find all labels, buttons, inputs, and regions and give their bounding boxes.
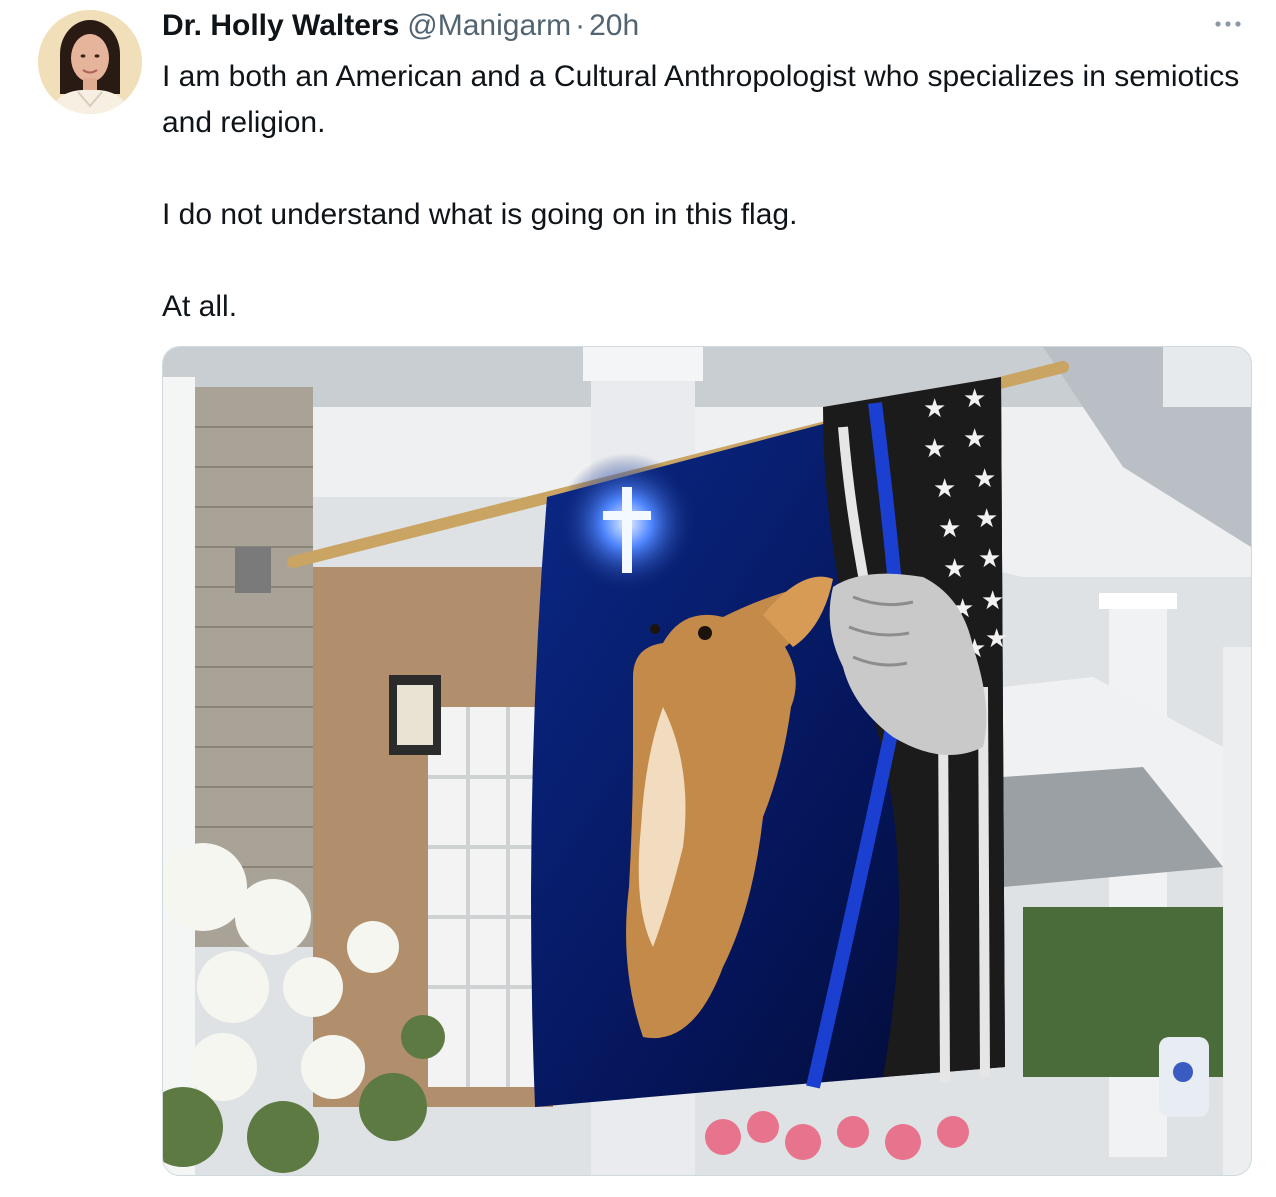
svg-text:★: ★ bbox=[933, 474, 956, 504]
svg-text:★: ★ bbox=[963, 424, 986, 454]
tweet-paragraph: At all. bbox=[162, 290, 238, 323]
svg-text:★: ★ bbox=[963, 384, 986, 414]
tweet-paragraph: I do not understand what is going on in … bbox=[162, 198, 798, 231]
tweet[interactable]: Dr. Holly Walters @Manigarm · 20h I am b… bbox=[0, 0, 1276, 1197]
svg-text:★: ★ bbox=[978, 544, 1001, 574]
header-separator: · bbox=[575, 9, 586, 42]
tweet-text: I am both an American and a Cultural Ant… bbox=[162, 54, 1252, 330]
author-display-name[interactable]: Dr. Holly Walters bbox=[162, 9, 399, 43]
svg-text:★: ★ bbox=[973, 464, 996, 494]
more-options-button[interactable] bbox=[1208, 6, 1248, 42]
svg-text:★: ★ bbox=[923, 434, 946, 464]
svg-text:★: ★ bbox=[975, 504, 998, 534]
tweet-timestamp[interactable]: 20h bbox=[589, 9, 639, 43]
svg-text:★: ★ bbox=[943, 554, 966, 584]
tweet-media-photo[interactable]: ★ ★ ★ ★ ★ ★ ★ ★ ★ ★ ★ ★ ★ ★ bbox=[162, 346, 1252, 1176]
svg-text:★: ★ bbox=[923, 394, 946, 424]
svg-text:★: ★ bbox=[938, 514, 961, 544]
author-avatar[interactable] bbox=[38, 10, 142, 114]
avatar-icon bbox=[38, 10, 142, 114]
svg-text:★: ★ bbox=[981, 586, 1004, 616]
svg-text:★: ★ bbox=[985, 624, 1008, 654]
flag-photo-icon: ★ ★ ★ ★ ★ ★ ★ ★ ★ ★ ★ ★ ★ ★ bbox=[163, 347, 1251, 1175]
author-handle[interactable]: @Manigarm bbox=[407, 9, 571, 43]
tweet-paragraph: I am both an American and a Cultural Ant… bbox=[162, 60, 1240, 139]
more-horizontal-icon bbox=[1215, 21, 1241, 27]
tweet-header: Dr. Holly Walters @Manigarm · 20h bbox=[162, 4, 639, 48]
